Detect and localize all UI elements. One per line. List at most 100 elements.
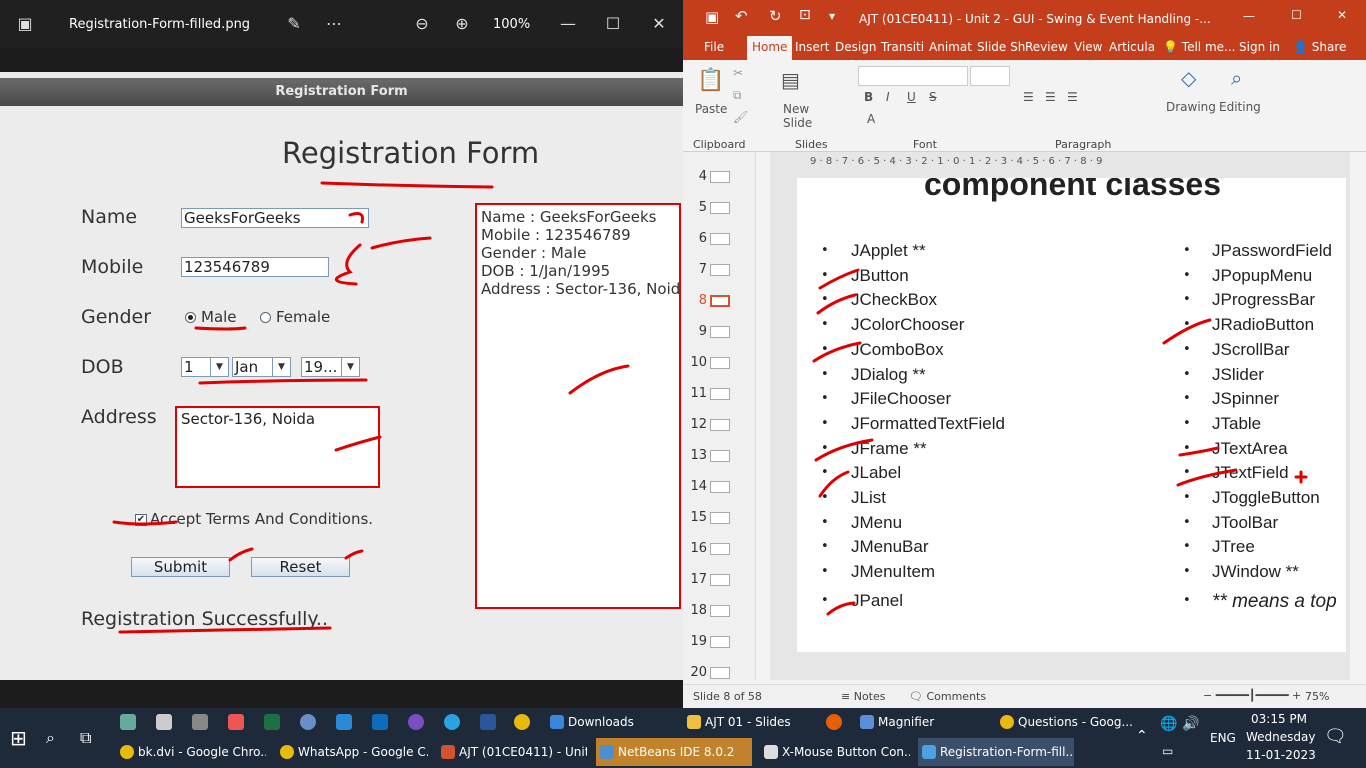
taskbar-button[interactable]: Magnifier xyxy=(856,708,986,736)
slide-thumbnail[interactable] xyxy=(710,512,730,524)
task-view-icon[interactable]: ⧉ xyxy=(80,728,91,748)
gender-female-radio[interactable]: Female xyxy=(260,308,330,326)
slide-thumbnail[interactable] xyxy=(710,326,730,338)
zoom-slider[interactable]: − ━━━━━┃━━━━━ + xyxy=(1203,689,1301,702)
dob-year-select[interactable]: 19... ▼ xyxy=(301,357,360,377)
tab-file[interactable]: File xyxy=(704,40,724,54)
pinned-app-icon[interactable] xyxy=(228,714,244,730)
align-center-icon[interactable]: ☰ xyxy=(1045,90,1056,104)
tab-design[interactable]: Design xyxy=(835,40,876,54)
taskbar-button[interactable]: Downloads xyxy=(546,708,676,736)
tab-articulate[interactable]: Articula xyxy=(1109,40,1155,54)
taskbar-button[interactable]: WhatsApp - Google C... xyxy=(276,738,428,766)
windows-start-icon[interactable]: ⊞ xyxy=(10,726,27,750)
edit-icon[interactable]: ✎ xyxy=(283,14,305,33)
align-right-icon[interactable]: ☰ xyxy=(1067,90,1078,104)
outlook-icon[interactable] xyxy=(372,714,388,730)
notes-button[interactable]: ≡ Notes xyxy=(841,690,886,703)
new-slide-icon[interactable]: ▤ xyxy=(781,68,800,92)
font-color-icon[interactable]: A xyxy=(867,112,875,126)
taskbar-button[interactable]: Registration-Form-fill... xyxy=(918,738,1074,766)
editing-icon[interactable]: ⌕ xyxy=(1231,66,1242,90)
drawing-button[interactable]: Drawing xyxy=(1166,100,1216,114)
address-textarea[interactable]: Sector-136, Noida xyxy=(175,406,380,488)
tab-animations[interactable]: Animat xyxy=(929,40,972,54)
tab-home[interactable]: Home xyxy=(747,36,793,60)
save-icon[interactable]: ▣ xyxy=(705,8,719,26)
volume-icon[interactable]: 🔊 xyxy=(1182,716,1199,732)
submit-button[interactable]: Submit xyxy=(131,557,230,577)
minimize-icon[interactable]: — xyxy=(1243,9,1255,23)
align-left-icon[interactable]: ☰ xyxy=(1023,90,1034,104)
calculator-icon[interactable] xyxy=(192,714,208,730)
new-slide-button[interactable]: New Slide xyxy=(783,102,813,130)
clock-time[interactable]: 03:15 PM xyxy=(1251,712,1307,726)
taskbar-button[interactable]: bk.dvi - Google Chro... xyxy=(116,738,266,766)
maximize-icon[interactable]: ☐ xyxy=(602,14,624,33)
cut-icon[interactable]: ✂ xyxy=(733,66,743,80)
tab-review[interactable]: Review xyxy=(1025,40,1068,54)
notifications-icon[interactable]: 🗨 xyxy=(1324,726,1347,747)
firefox-icon[interactable] xyxy=(826,714,842,730)
excel-icon[interactable] xyxy=(264,714,280,730)
slide-thumbnail[interactable] xyxy=(710,543,730,555)
copy-icon[interactable]: ⧉ xyxy=(733,88,742,103)
chrome-icon[interactable] xyxy=(514,714,530,730)
name-input[interactable]: GeeksForGeeks xyxy=(181,208,369,228)
comments-button[interactable]: 🗨 Comments xyxy=(909,690,986,703)
slide-thumbnail[interactable] xyxy=(710,450,730,462)
language-indicator[interactable]: ENG xyxy=(1210,731,1236,745)
tell-me[interactable]: 💡 Tell me... xyxy=(1163,40,1235,54)
tab-transitions[interactable]: Transiti xyxy=(881,40,924,54)
pinned-app-icon[interactable] xyxy=(120,714,136,730)
slide-thumbnail[interactable] xyxy=(710,481,730,493)
dob-day-select[interactable]: 1 ▼ xyxy=(181,357,229,377)
reset-button[interactable]: Reset xyxy=(251,557,350,577)
slide-thumbnail[interactable] xyxy=(710,233,730,245)
taskbar-button[interactable]: AJT (01CE0411) - Unit... xyxy=(437,738,587,766)
slide-thumbnail[interactable] xyxy=(710,171,730,183)
slide-thumbnail[interactable] xyxy=(710,357,730,369)
slide-thumbnail[interactable] xyxy=(710,636,730,648)
drawing-icon[interactable]: ◇ xyxy=(1181,66,1196,90)
r-icon[interactable] xyxy=(300,714,316,730)
format-painter-icon[interactable]: 🖌 xyxy=(733,110,748,124)
font-name-box[interactable] xyxy=(858,66,968,86)
pinned-app-icon[interactable] xyxy=(156,714,172,730)
tab-view[interactable]: View xyxy=(1074,40,1102,54)
bold-icon[interactable]: B xyxy=(864,90,873,104)
editing-button[interactable]: Editing xyxy=(1219,100,1261,114)
redo-icon[interactable]: ↻ xyxy=(769,7,782,25)
slide-thumbnail[interactable] xyxy=(710,264,730,276)
minimize-icon[interactable]: — xyxy=(557,14,579,33)
dob-month-select[interactable]: Jan ▼ xyxy=(232,357,291,377)
slideshow-icon[interactable]: ⊡ xyxy=(799,7,811,23)
more-icon[interactable]: ⋯ xyxy=(323,14,345,33)
search-icon[interactable]: ⌕ xyxy=(46,728,55,748)
taskbar-button[interactable]: Questions - Goog... xyxy=(996,708,1136,736)
taskbar-button[interactable]: NetBeans IDE 8.0.2 xyxy=(596,738,752,766)
word-icon[interactable] xyxy=(480,714,496,730)
zoom-out-icon[interactable]: ⊖ xyxy=(411,14,433,33)
taskbar-button[interactable]: X-Mouse Button Con... xyxy=(760,738,910,766)
close-icon[interactable]: ✕ xyxy=(1337,8,1347,22)
zoom-in-icon[interactable]: ⊕ xyxy=(451,14,473,33)
share-button[interactable]: 👤 Share xyxy=(1293,40,1346,54)
strikethrough-icon[interactable]: S xyxy=(929,90,937,104)
slide-thumbnail[interactable] xyxy=(710,388,730,400)
output-textarea[interactable]: Name : GeeksForGeeks Mobile : 123546789 … xyxy=(475,203,681,609)
vscode-icon[interactable] xyxy=(336,714,352,730)
undo-icon[interactable]: ↶ xyxy=(735,7,748,25)
customize-qat-icon[interactable]: ▾ xyxy=(829,9,835,23)
chevron-up-icon[interactable]: ⌃ xyxy=(1136,728,1148,744)
slide-thumbnail[interactable] xyxy=(710,202,730,214)
battery-icon[interactable]: ▭ xyxy=(1162,744,1173,758)
close-icon[interactable]: ✕ xyxy=(648,14,670,33)
tab-insert[interactable]: Insert xyxy=(795,40,829,54)
slide-thumbnail[interactable] xyxy=(710,574,730,586)
telegram-icon[interactable] xyxy=(444,714,460,730)
paste-icon[interactable]: 📋 xyxy=(697,68,724,93)
network-icon[interactable]: 🌐 xyxy=(1160,716,1177,732)
slide-thumbnail[interactable] xyxy=(710,419,730,431)
italic-icon[interactable]: I xyxy=(886,90,890,104)
